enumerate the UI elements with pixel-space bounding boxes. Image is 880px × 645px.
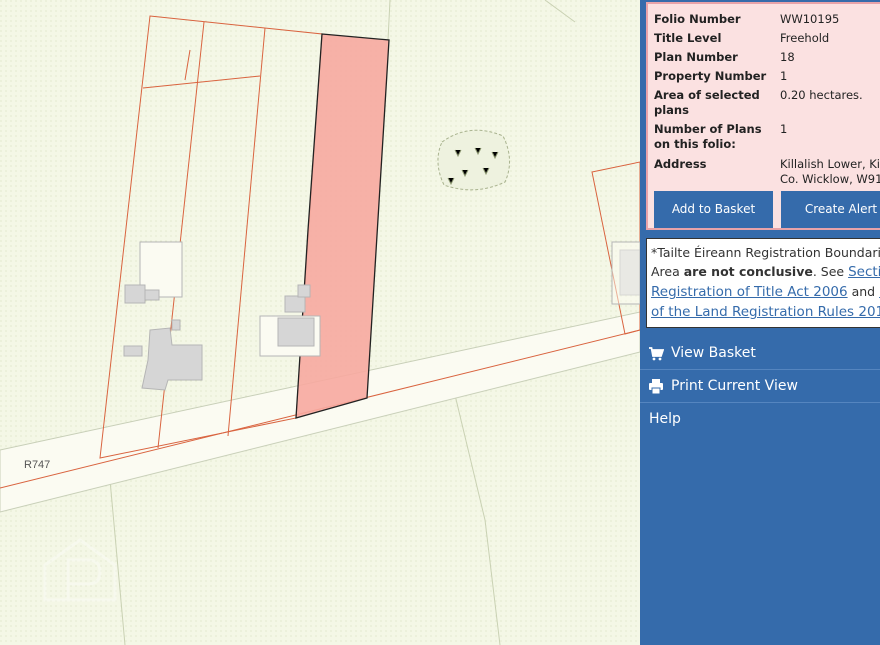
- land-registration-rules-link[interactable]: of the Land Registration Rules 2012: [651, 304, 880, 320]
- view-basket-menu-item[interactable]: View Basket: [640, 337, 880, 370]
- notice-area-text: Area: [651, 264, 684, 279]
- help-menu-item[interactable]: Help: [640, 403, 880, 436]
- info-value: 1: [780, 122, 788, 136]
- add-to-basket-button[interactable]: Add to Basket: [654, 191, 773, 228]
- notice-line2: Area are not conclusive. See Section 6: [651, 262, 880, 282]
- notice-line4: of the Land Registration Rules 2012: [651, 302, 880, 322]
- map-view[interactable]: R747: [0, 0, 640, 645]
- print-current-view-label: Print Current View: [671, 378, 798, 394]
- help-label: Help: [649, 411, 681, 427]
- notice-and-text: and: [847, 284, 880, 299]
- notice-see-text: . See: [812, 264, 849, 279]
- boundary-notice: *Tailte Éireann Registration Boundaries …: [646, 238, 880, 328]
- section-6-link[interactable]: Section 6: [848, 264, 880, 280]
- view-basket-label: View Basket: [671, 345, 756, 361]
- info-key: Number of Plans on this folio:: [654, 122, 762, 151]
- info-value: 0.20 hectares.: [780, 88, 863, 102]
- notice-bold-text: are not conclusive: [683, 264, 813, 279]
- info-value: Freehold: [780, 31, 830, 45]
- info-value-line2: Co. Wicklow, W91 F: [780, 172, 880, 186]
- road-label: R747: [24, 459, 50, 471]
- map-canvas[interactable]: R747: [0, 0, 640, 645]
- info-value: 1: [780, 69, 788, 83]
- folio-info-box: Folio Number WW10195 Title Level Freehol…: [646, 2, 880, 230]
- info-key: Plan Number: [654, 50, 738, 64]
- info-key: Folio Number: [654, 12, 741, 26]
- notice-line1: *Tailte Éireann Registration Boundaries …: [651, 245, 880, 260]
- create-alert-button[interactable]: Create Alert: [781, 191, 880, 228]
- info-key: Title Level: [654, 31, 722, 45]
- info-key: Area of selected plans: [654, 88, 760, 117]
- info-key: Property Number: [654, 69, 767, 83]
- info-value: WW10195: [780, 12, 840, 26]
- registration-title-act-link[interactable]: Registration of Title Act 2006: [651, 284, 848, 300]
- info-value: 18: [780, 50, 795, 64]
- print-current-view-menu-item[interactable]: Print Current View: [640, 370, 880, 403]
- woodland-area: [437, 129, 510, 191]
- side-panel: Folio Number WW10195 Title Level Freehol…: [640, 0, 880, 645]
- info-value: Killalish Lower, Kilt: [780, 157, 880, 171]
- info-key: Address: [654, 157, 707, 171]
- notice-line3: Registration of Title Act 2006 and Ru: [651, 282, 880, 302]
